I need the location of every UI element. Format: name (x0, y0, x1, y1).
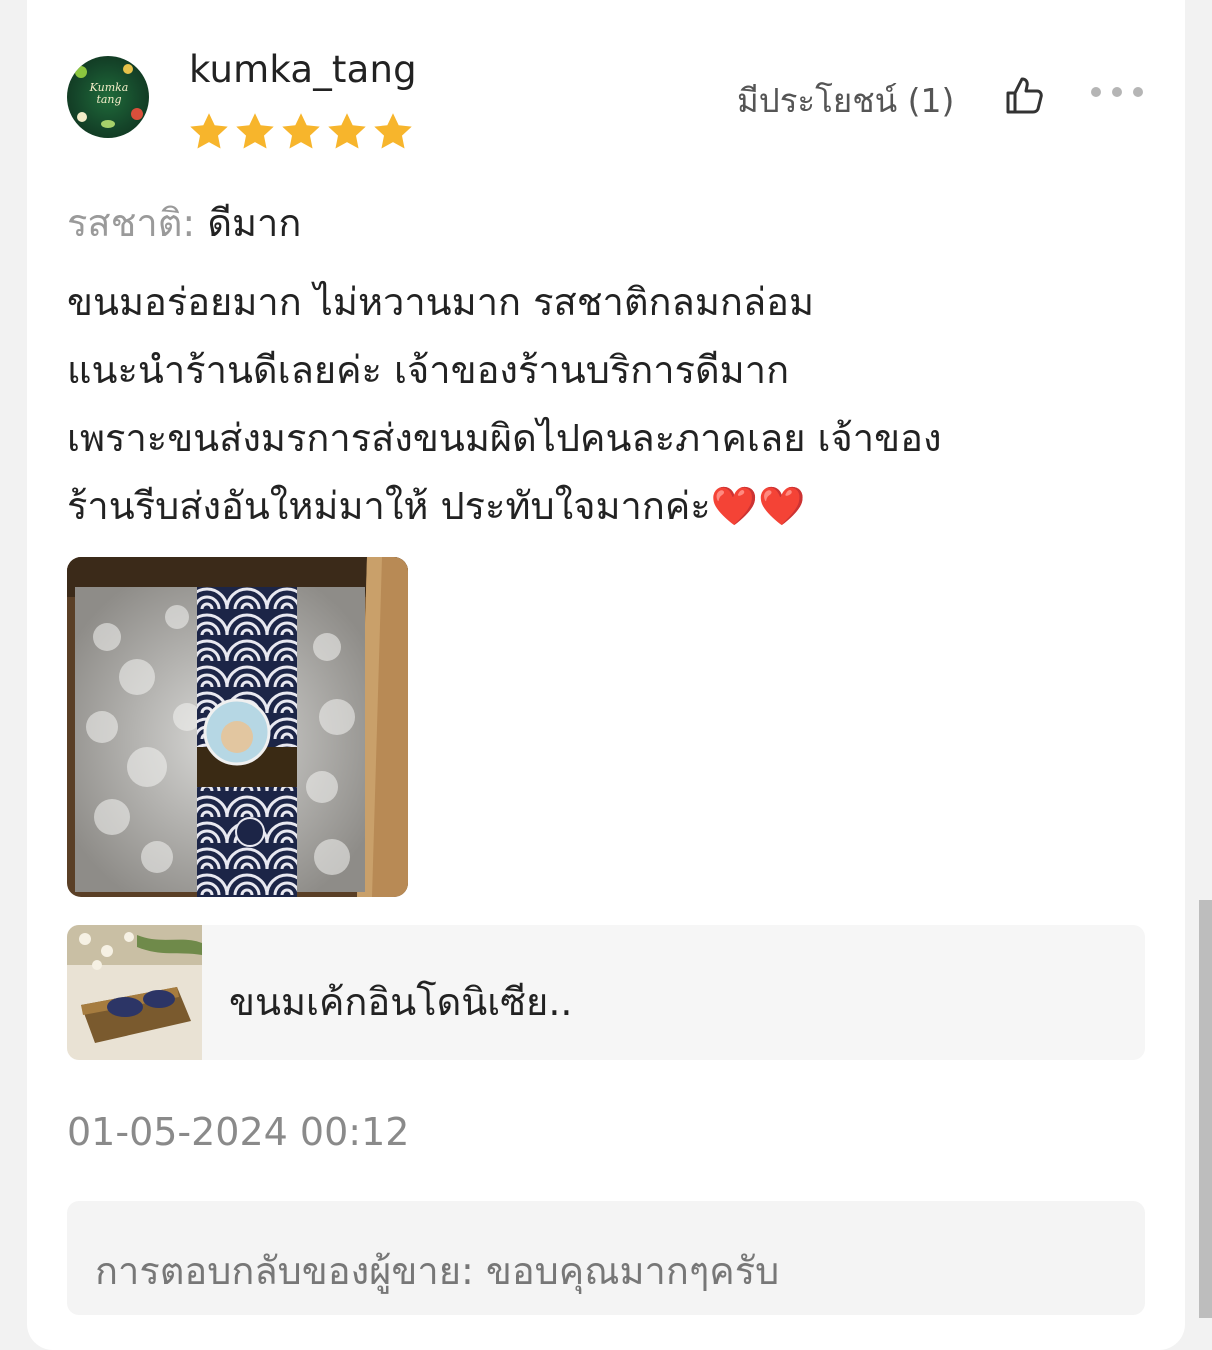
review-line: ร้านรีบส่งอันใหม่มาให้ ประทับใจมากค่ะ (67, 484, 711, 528)
heart-emoji: ❤️❤️ (710, 484, 806, 528)
star-icon (328, 113, 366, 149)
avatar-logo-text: Kumka tang (89, 81, 129, 106)
reviewer-name[interactable]: kumka_tang (189, 48, 417, 91)
product-link[interactable]: ขนมเค้กอินโดนิเซีย.. (67, 925, 1145, 1060)
review-line: ขนมอร่อยมาก ไม่หวานมาก รสชาติกลมกล่อม (67, 280, 815, 324)
avatar[interactable]: Kumka tang (67, 56, 149, 138)
seller-reply: การตอบกลับของผู้ขาย: ขอบคุณมากๆครับ (67, 1201, 1145, 1315)
star-icon (190, 113, 228, 149)
review-line: แนะนำร้านดีเลยค่ะ เจ้าของร้านบริการดีมาก (67, 348, 790, 392)
star-rating (187, 110, 415, 156)
product-thumbnail (67, 925, 202, 1060)
star-icon (374, 113, 412, 149)
scrollbar[interactable] (1199, 900, 1212, 1318)
avatar-decoration (101, 120, 115, 128)
taste-label: รสชาติ: (67, 201, 196, 245)
star-icon (282, 113, 320, 149)
thumbs-up-icon[interactable] (1002, 74, 1046, 118)
avatar-decoration (77, 112, 87, 122)
taste-value: ดีมาก (207, 201, 302, 245)
avatar-decoration (131, 108, 143, 120)
product-name: ขนมเค้กอินโดนิเซีย.. (229, 980, 573, 1024)
seller-reply-text: การตอบกลับของผู้ขาย: ขอบคุณมากๆครับ (95, 1249, 780, 1293)
review-line: เพราะขนส่งมรการส่งขนมผิดไปคนละภาคเลย เจ้… (67, 416, 942, 460)
review-line-last: ร้านรีบส่งอันใหม่มาให้ ประทับใจมากค่ะ❤️❤… (67, 472, 1147, 540)
avatar-decoration (75, 66, 87, 78)
review-text: ขนมอร่อยมาก ไม่หวานมาก รสชาติกลมกล่อม แน… (67, 268, 1147, 540)
review-photo[interactable] (67, 557, 408, 897)
taste-attribute: รสชาติ: ดีมาก (67, 192, 301, 253)
star-icon (236, 113, 274, 149)
more-horizontal-icon[interactable] (1088, 80, 1148, 104)
review-timestamp: 01-05-2024 00:12 (67, 1110, 410, 1154)
avatar-decoration (123, 64, 133, 74)
helpful-count[interactable]: มีประโยชน์ (1) (737, 74, 954, 127)
